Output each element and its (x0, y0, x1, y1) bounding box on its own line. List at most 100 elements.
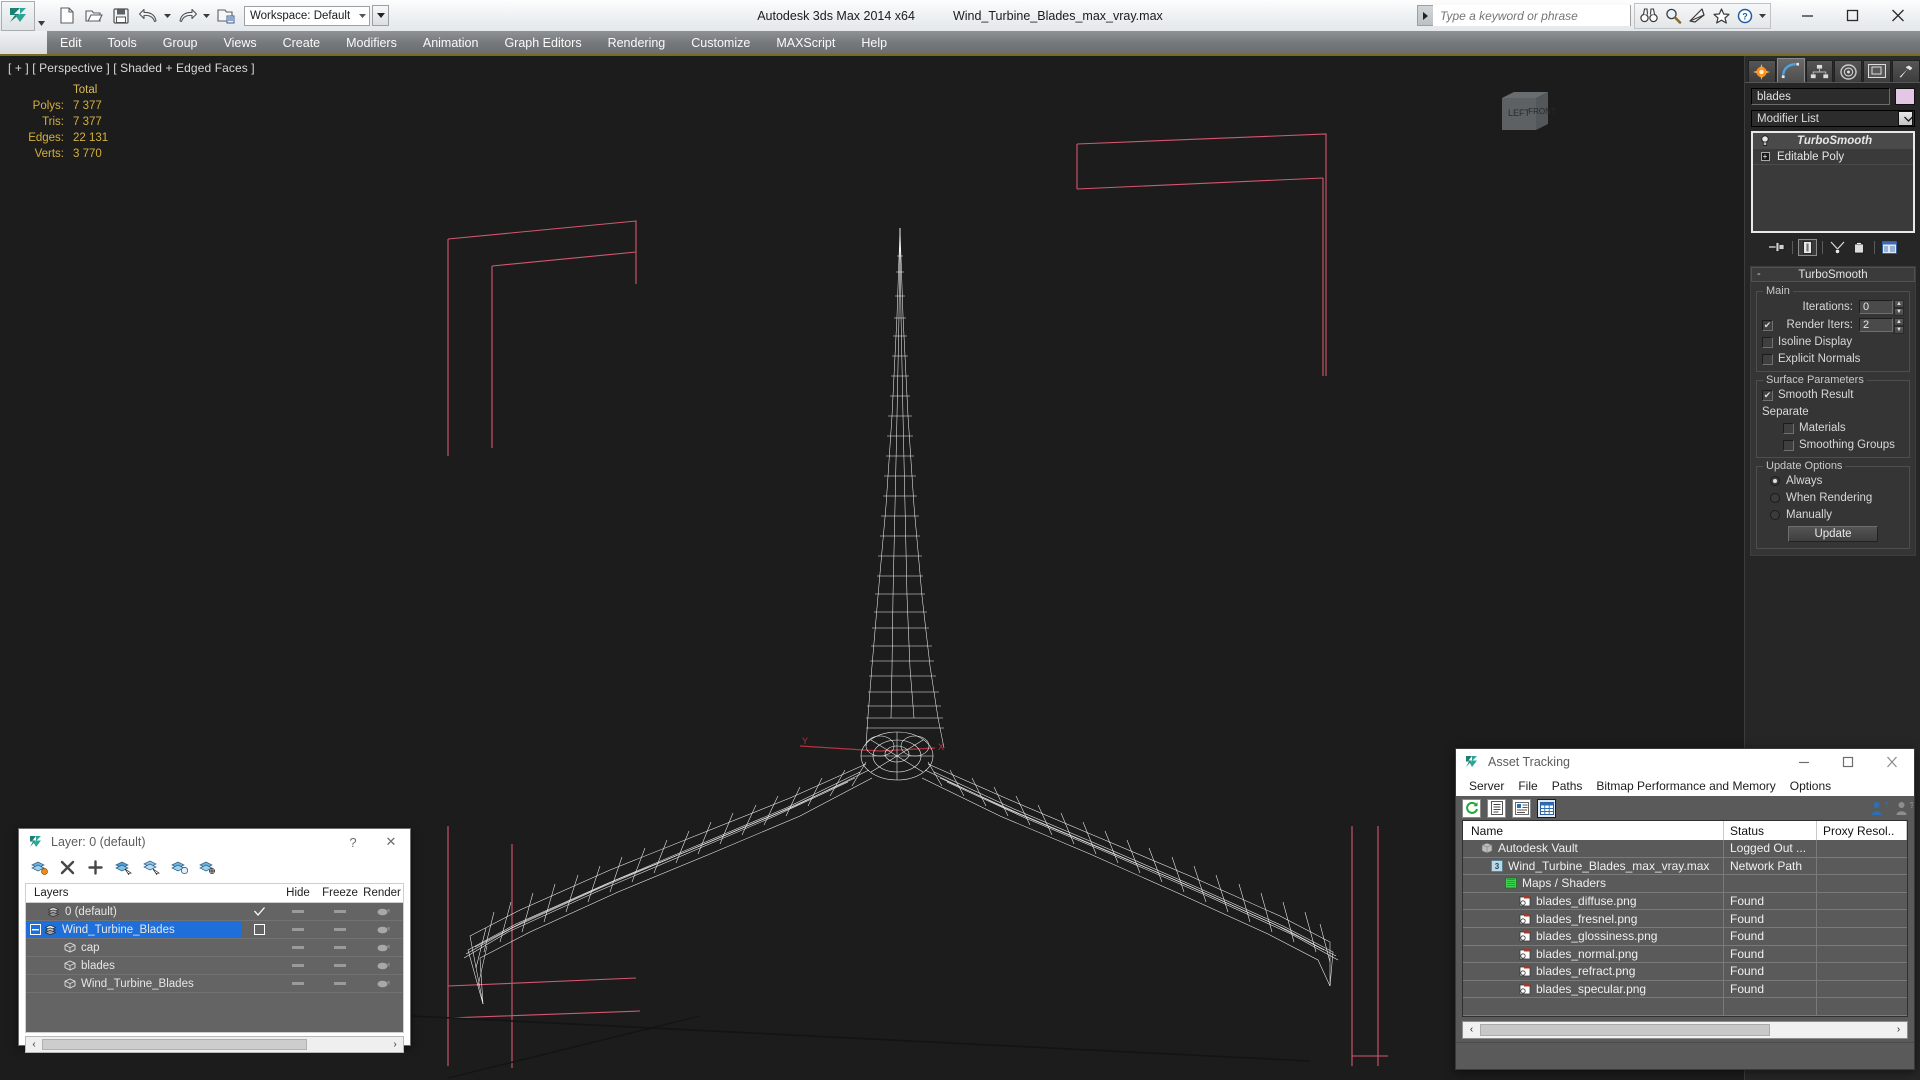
object-freeze-toggle[interactable] (319, 982, 361, 985)
explicit-normals-checkbox[interactable] (1762, 353, 1773, 365)
asset-row-maps-shaders[interactable]: Maps / Shaders (1463, 875, 1907, 893)
column-status[interactable]: Status (1724, 821, 1817, 840)
grid-view-icon[interactable] (1537, 798, 1556, 818)
isoline-display-row[interactable]: Isoline Display (1762, 336, 1904, 348)
menu-item-animation[interactable]: Animation (410, 31, 492, 54)
utilities-tab[interactable] (1892, 60, 1920, 82)
scroll-left-arrow-icon[interactable]: ‹ (1463, 1024, 1480, 1035)
hierarchy-tab[interactable] (1805, 60, 1834, 82)
object-freeze-toggle[interactable] (319, 946, 361, 949)
chevron-down-icon[interactable] (1898, 111, 1913, 126)
asset-row-blades-fresnel[interactable]: blades_fresnel.png Found (1463, 910, 1907, 928)
modify-tab[interactable] (1776, 58, 1805, 82)
detail-view-icon[interactable] (1512, 798, 1531, 818)
separate-materials-row[interactable]: Materials (1762, 422, 1904, 434)
object-color-swatch[interactable] (1895, 88, 1915, 105)
search-box[interactable] (1417, 5, 1631, 26)
search-input[interactable] (1433, 5, 1630, 26)
make-unique-icon[interactable] (1828, 239, 1847, 256)
object-freeze-toggle[interactable] (319, 964, 361, 967)
layer-expander-icon[interactable] (30, 924, 41, 935)
rollout-collapse-icon[interactable]: - (1757, 269, 1761, 280)
layer-render-toggle[interactable] (361, 925, 403, 934)
redo-dropdown-icon[interactable] (201, 4, 212, 28)
menu-item-graph-editors[interactable]: Graph Editors (491, 31, 594, 54)
magnifier-icon[interactable] (1662, 5, 1684, 27)
object-render-toggle[interactable] (361, 961, 403, 970)
select-highlighted-objects-icon[interactable] (169, 858, 189, 878)
update-always-radio[interactable] (1770, 476, 1780, 486)
asset-row-autodesk-vault[interactable]: Autodesk Vault Logged Out ... (1463, 840, 1907, 858)
separate-materials-checkbox[interactable] (1783, 422, 1794, 434)
modifier-stack-item-editable-poly[interactable]: + Editable Poly (1753, 149, 1913, 165)
iterations-spinner[interactable]: ▲ ▼ (1894, 300, 1904, 316)
layer-current-check[interactable] (242, 924, 277, 935)
menu-item-rendering[interactable]: Rendering (595, 31, 679, 54)
layer-hide-toggle[interactable] (277, 928, 319, 931)
column-layers[interactable]: Layers (26, 884, 242, 901)
asset-row-empty[interactable] (1463, 998, 1907, 1016)
modifier-stack-item-turbosmooth[interactable]: TurboSmooth (1753, 133, 1913, 149)
menu-item-group[interactable]: Group (150, 31, 211, 54)
scrollbar-thumb[interactable] (1480, 1023, 1770, 1036)
app-menu-button[interactable] (1, 0, 35, 31)
modifier-stack[interactable]: TurboSmooth + Editable Poly (1751, 131, 1915, 233)
maximize-button[interactable] (1830, 1, 1875, 31)
workspace-dropdown-button[interactable] (372, 5, 390, 26)
asset-row-max-file[interactable]: 3 Wind_Turbine_Blades_max_vray.max Netwo… (1463, 857, 1907, 876)
rollout-header[interactable]: - TurboSmooth (1751, 267, 1915, 282)
render-iters-spinner[interactable]: ▲ ▼ (1894, 318, 1904, 334)
layer-row-cap[interactable]: cap (26, 939, 403, 957)
scrollbar-thumb[interactable] (42, 1039, 307, 1050)
object-hide-toggle[interactable] (277, 946, 319, 949)
asset-row-blades-diffuse[interactable]: blades_diffuse.png Found (1463, 892, 1907, 911)
close-button[interactable] (1875, 1, 1920, 31)
update-when-rendering-row[interactable]: When Rendering (1762, 492, 1904, 504)
object-hide-toggle[interactable] (277, 982, 319, 985)
layer-freeze-toggle[interactable] (319, 928, 361, 931)
layer-current-check[interactable] (242, 907, 277, 916)
layer-dialog-titlebar[interactable]: Layer: 0 (default) ? ✕ (19, 829, 410, 855)
column-proxy-resolution[interactable]: Proxy Resol.. (1817, 821, 1907, 840)
menu-item-customize[interactable]: Customize (678, 31, 763, 54)
layer-hide-toggle[interactable] (277, 910, 319, 913)
add-selected-objects-icon[interactable] (113, 858, 133, 878)
asset-row-blades-refract[interactable]: blades_refract.png Found (1463, 963, 1907, 981)
view-cube[interactable]: LEFT FRONT (1496, 86, 1556, 138)
layer-row-wind-turbine-blades[interactable]: Wind_Turbine_Blades (26, 921, 403, 939)
minimize-button[interactable] (1785, 1, 1830, 31)
modifier-list-dropdown[interactable]: Modifier List (1751, 110, 1915, 127)
update-manually-radio[interactable] (1770, 510, 1780, 520)
create-tab[interactable] (1748, 60, 1776, 82)
save-file-icon[interactable] (108, 3, 134, 29)
object-render-toggle[interactable] (361, 979, 403, 988)
expand-plus-icon[interactable]: + (1757, 152, 1773, 161)
at-close-button[interactable] (1870, 749, 1914, 775)
layer-dialog-help-button[interactable]: ? (334, 829, 372, 855)
explicit-normals-row[interactable]: Explicit Normals (1762, 353, 1904, 365)
at-menu-file[interactable]: File (1511, 779, 1544, 793)
layer-horizontal-scrollbar[interactable]: ‹ › (25, 1036, 404, 1053)
layer-dialog[interactable]: Layer: 0 (default) ? ✕ Layers Hide Freez… (18, 828, 411, 1053)
asset-tracking-dialog[interactable]: Asset Tracking Server File Paths Bitmap … (1455, 748, 1915, 1070)
scroll-right-arrow-icon[interactable]: › (387, 1039, 403, 1050)
select-objects-in-layer-icon[interactable] (141, 858, 161, 878)
search-binoculars-icon[interactable] (1638, 5, 1660, 27)
create-new-layer-icon[interactable] (85, 858, 105, 878)
configure-modifier-sets-icon[interactable] (1880, 239, 1899, 256)
add-user-help-icon[interactable]: ? (1870, 799, 1889, 818)
smooth-result-row[interactable]: Smooth Result (1762, 389, 1904, 401)
open-file-icon[interactable] (81, 3, 107, 29)
layer-dialog-close-button[interactable]: ✕ (372, 829, 410, 855)
set-project-folder-icon[interactable] (213, 3, 239, 29)
iterations-field[interactable]: 0 (1859, 300, 1893, 314)
lightbulb-icon[interactable] (1757, 134, 1773, 147)
at-menu-server[interactable]: Server (1462, 779, 1511, 793)
delete-layer-icon[interactable] (57, 858, 77, 878)
separate-smoothing-groups-row[interactable]: Smoothing Groups (1762, 439, 1904, 451)
layer-render-toggle[interactable] (361, 907, 403, 916)
remove-modifier-icon[interactable] (1850, 239, 1869, 256)
object-render-toggle[interactable] (361, 943, 403, 952)
refresh-icon[interactable] (1462, 798, 1481, 818)
smooth-result-checkbox[interactable] (1762, 389, 1773, 401)
